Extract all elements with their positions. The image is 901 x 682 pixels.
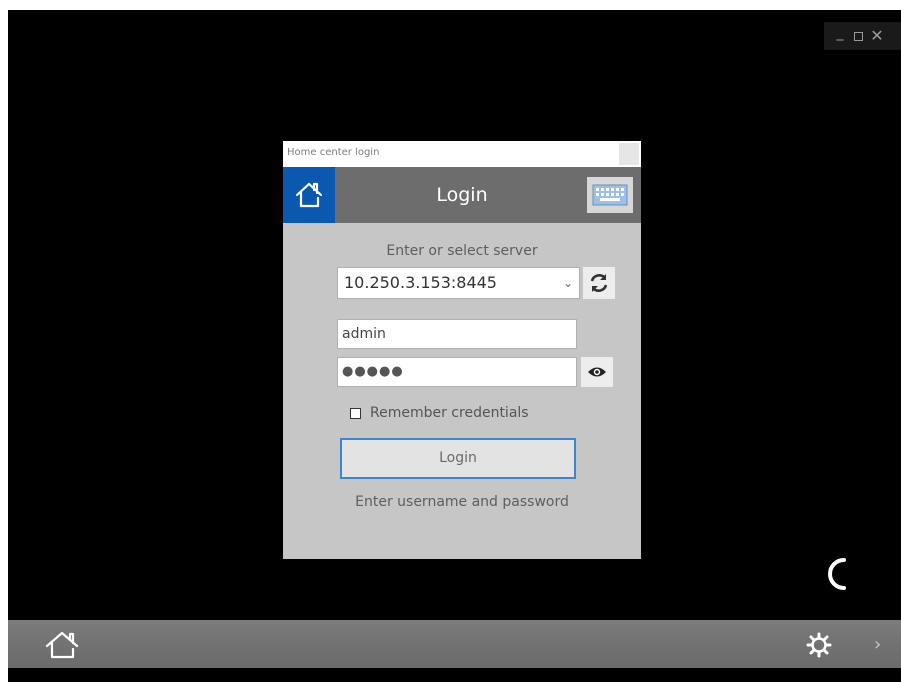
home-icon[interactable] [44, 630, 80, 660]
login-dialog: Home center login Login Enter or select … [283, 141, 641, 559]
remember-checkbox[interactable] [350, 407, 361, 419]
status-message: Enter username and password [355, 494, 569, 510]
refresh-button[interactable] [583, 267, 615, 299]
dialog-close-button[interactable] [619, 143, 639, 165]
dialog-title: Home center login [287, 147, 380, 158]
remember-credentials[interactable]: Remember credentials [350, 403, 529, 423]
home-button[interactable] [283, 167, 335, 223]
show-password-button[interactable] [581, 357, 613, 387]
remember-label: Remember credentials [370, 405, 529, 421]
chevron-right-icon[interactable]: › [874, 636, 881, 654]
gear-icon[interactable] [806, 632, 832, 658]
username-field[interactable]: admin [337, 319, 577, 349]
server-value: 10.250.3.153:8445 [344, 273, 497, 292]
server-select[interactable]: 10.250.3.153:8445 ⌄ [337, 267, 580, 299]
keyboard-icon [592, 184, 628, 206]
keyboard-button[interactable] [587, 177, 633, 213]
password-field[interactable]: ●●●●● [337, 357, 577, 387]
dialog-titlebar: Home center login [283, 141, 641, 167]
home-icon [295, 182, 323, 208]
dialog-header: Login [283, 167, 641, 223]
close-icon[interactable]: ✕ [869, 28, 885, 44]
chevron-down-icon: ⌄ [562, 276, 573, 290]
minimize-icon[interactable]: _ [832, 25, 848, 41]
login-button[interactable]: Login [340, 438, 576, 479]
maximize-icon[interactable] [854, 31, 863, 41]
refresh-icon [590, 274, 608, 292]
window-controls: _ ✕ [824, 22, 901, 50]
loading-spinner-icon [818, 554, 854, 594]
server-label: Enter or select server [386, 243, 538, 259]
bottom-bar: › [8, 620, 901, 668]
eye-icon [588, 367, 606, 377]
